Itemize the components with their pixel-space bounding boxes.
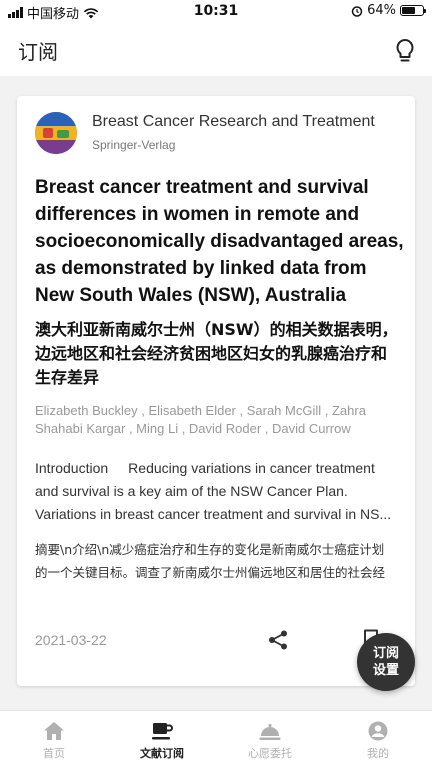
profile-icon — [368, 721, 388, 741]
subscription-settings-button[interactable]: 订阅 设置 — [357, 633, 415, 691]
publish-date: 2021-03-22 — [35, 632, 107, 648]
battery-percent: 64% — [367, 3, 396, 18]
fab-label-line2: 设置 — [372, 663, 399, 678]
journal-cover-image — [35, 112, 77, 154]
battery-icon — [400, 5, 426, 16]
bottom-nav: 首页 文献订阅 心愿委托 我的 — [0, 710, 432, 768]
home-icon — [44, 722, 64, 740]
nav-label-home: 首页 — [43, 747, 65, 760]
abstract-zh: 摘要\n介绍\n减少癌症治疗和生存的变化是新南威尔士癌症计划的一个关键目标。调查… — [35, 542, 386, 580]
author-list: Elizabeth Buckley , Elisabeth Elder , Sa… — [35, 403, 366, 436]
publisher-name: Springer-Verlag — [92, 138, 176, 152]
nav-label-wish: 心愿委托 — [248, 747, 292, 760]
journal-name[interactable]: Breast Cancer Research and Treatment — [92, 113, 375, 131]
nav-label-subscription: 文献订阅 — [140, 747, 184, 760]
abstract-en-label: Introduction — [35, 460, 109, 476]
fab-label-line1: 订阅 — [372, 646, 399, 661]
app-header: 订阅 — [0, 24, 432, 76]
share-icon[interactable] — [267, 629, 289, 651]
alarm-clock-icon — [351, 5, 363, 17]
nav-label-profile: 我的 — [367, 747, 389, 760]
nav-item-home[interactable]: 首页 — [0, 711, 108, 768]
page-title: 订阅 — [18, 40, 58, 64]
article-title-en[interactable]: Breast cancer treatment and survival dif… — [35, 174, 405, 309]
article-title-zh[interactable]: 澳大利亚新南威尔士州（NSW）的相关数据表明，边远地区和社会经济贫困地区妇女的乳… — [35, 318, 401, 390]
coffee-cup-icon — [152, 723, 173, 740]
status-bar: 中国移动 10:31 64% — [0, 0, 432, 24]
article-card[interactable]: Breast Cancer Research and Treatment Spr… — [17, 96, 415, 686]
lightbulb-icon[interactable] — [394, 38, 416, 64]
service-bell-icon — [259, 724, 281, 740]
nav-item-wish[interactable]: 心愿委托 — [216, 711, 324, 768]
abstract-en: Introduction Reducing variations in cance… — [35, 457, 395, 526]
nav-item-profile[interactable]: 我的 — [324, 711, 432, 768]
nav-item-subscription[interactable]: 文献订阅 — [108, 711, 216, 768]
